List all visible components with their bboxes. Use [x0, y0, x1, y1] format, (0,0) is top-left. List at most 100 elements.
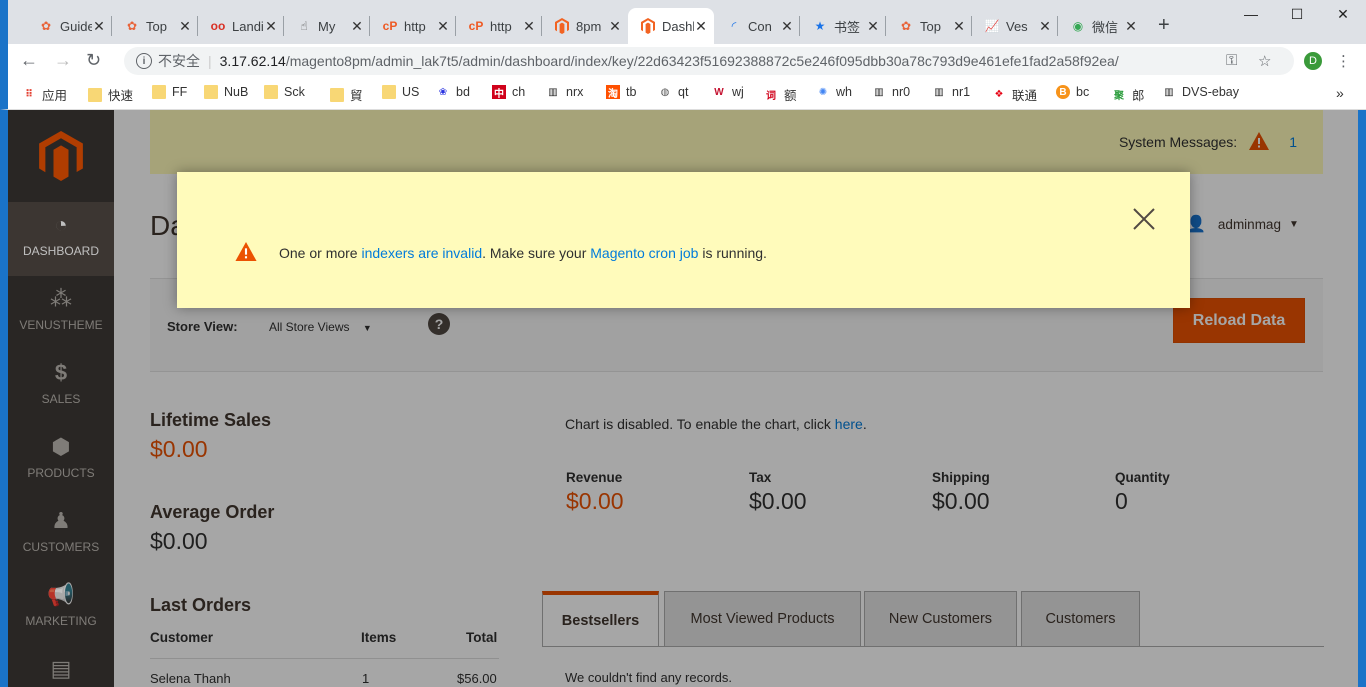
modal-message: One or more indexers are invalid. Make s…: [279, 245, 767, 261]
bookmark-item[interactable]: ▥ nrx: [546, 85, 583, 99]
indexer-warning-modal: One or more indexers are invalid. Make s…: [177, 172, 1190, 308]
bookmark-item[interactable]: US: [382, 85, 419, 99]
folder-icon: [152, 85, 166, 99]
browser-tab[interactable]: ☝ My ✕: [284, 8, 370, 44]
chart-icon: 📈: [984, 19, 1000, 33]
close-tab-icon[interactable]: ✕: [522, 18, 536, 35]
close-tab-icon[interactable]: ✕: [608, 18, 622, 35]
more-bookmarks-icon[interactable]: »: [1336, 85, 1344, 101]
bookmark-item[interactable]: Sck: [264, 85, 305, 99]
bookmarks-bar: ⠿ 应用 快速 FF NuB Sck 貿 US ❀ bd 中 ch ▥ nrx 淘 tb …: [0, 78, 1366, 110]
tab-strip: ✿ Guide ✕ ✿ Top ✕ oo Landing ✕ ☝ My ✕ cP…: [0, 0, 1366, 44]
magento-icon: [554, 18, 570, 34]
browser-tab[interactable]: 📈 Ves ✕: [972, 8, 1058, 44]
indexers-invalid-link[interactable]: indexers are invalid: [361, 245, 482, 261]
bookmark-item[interactable]: ✺ wh: [816, 85, 852, 99]
browser-tab[interactable]: cP http ✕: [370, 8, 456, 44]
bookmark-item[interactable]: ▥ nr0: [872, 85, 910, 99]
tab-label: 8pm: [576, 18, 602, 34]
bookmark-item[interactable]: 聚郎: [1112, 85, 1145, 104]
bookmark-item[interactable]: ⠿ 应用: [22, 85, 67, 104]
tab-label: http: [490, 18, 512, 34]
folder-icon: [204, 85, 218, 99]
bookmark-item[interactable]: ◍ qt: [658, 85, 689, 99]
bookmark-item[interactable]: ▥ DVS-ebay: [1162, 85, 1239, 99]
close-icon[interactable]: [1132, 207, 1156, 231]
tab-label: http: [404, 18, 426, 34]
browser-tab[interactable]: ◜ Con ✕: [714, 8, 800, 44]
bookmark-item[interactable]: ▥ nr1: [932, 85, 970, 99]
shop-icon: ▥: [548, 86, 558, 98]
globe-icon: ◍: [660, 86, 670, 98]
browser-tab[interactable]: ✿ Top ✕: [886, 8, 972, 44]
bookmark-item[interactable]: Bbc: [1056, 85, 1089, 99]
shop-icon: ▥: [1164, 86, 1174, 98]
browser-tab[interactable]: ✿ Guide ✕: [26, 8, 112, 44]
browser-tab[interactable]: oo Landing ✕: [198, 8, 284, 44]
browser-tab[interactable]: ◉ 微信 ✕: [1058, 8, 1144, 44]
shop-icon: ▥: [934, 86, 944, 98]
tab-label: 微信: [1092, 19, 1119, 35]
minimize-icon[interactable]: —: [1228, 6, 1274, 22]
pointer-icon: ☝: [300, 19, 308, 33]
folder-icon: [382, 85, 396, 99]
kebab-menu-icon[interactable]: ⋮: [1336, 52, 1351, 70]
bookmark-item[interactable]: ❖ 联通: [992, 85, 1038, 104]
bookmark-item[interactable]: Wwj: [712, 85, 744, 99]
cron-job-link[interactable]: Magento cron job: [590, 245, 698, 261]
close-tab-icon[interactable]: ✕: [780, 18, 794, 35]
close-tab-icon[interactable]: ✕: [1038, 18, 1052, 35]
insecure-label: 不安全: [158, 53, 200, 69]
close-tab-icon[interactable]: ✕: [178, 18, 192, 35]
bookmark-item[interactable]: FF: [152, 85, 187, 99]
ci-icon: 词: [766, 91, 776, 102]
bookmark-item[interactable]: 淘 tb: [606, 85, 636, 100]
bookmark-star-icon[interactable]: ☆: [1258, 52, 1271, 70]
w-icon: W: [714, 86, 724, 98]
bookmark-item[interactable]: 中 ch: [492, 85, 525, 100]
magento-icon: [640, 18, 656, 34]
browser-tab[interactable]: ✿ Top ✕: [112, 8, 198, 44]
zhong-icon: 中: [492, 85, 506, 100]
close-tab-icon[interactable]: ✕: [952, 18, 966, 35]
browser-tab-active[interactable]: Dashboard ✕: [628, 8, 714, 44]
close-tab-icon[interactable]: ✕: [92, 18, 106, 35]
key-icon[interactable]: ⚿: [1226, 52, 1237, 69]
flower-icon: ✿: [40, 19, 52, 33]
tab-label: Con: [748, 18, 772, 34]
cp-icon: cP: [468, 19, 484, 33]
close-window-icon[interactable]: ✕: [1320, 6, 1366, 23]
bitcoin-icon: B: [1056, 85, 1070, 99]
close-tab-icon[interactable]: ✕: [264, 18, 278, 35]
reload-icon[interactable]: ↻: [86, 50, 101, 71]
info-icon[interactable]: i: [136, 53, 152, 69]
browser-toolbar: ← → ↻ i 不安全 | 3.17.62.14 /magento8pm/adm…: [0, 44, 1366, 78]
close-tab-icon[interactable]: ✕: [866, 18, 880, 35]
profile-avatar[interactable]: D: [1304, 52, 1322, 70]
close-tab-icon[interactable]: ✕: [1124, 18, 1138, 35]
maximize-icon[interactable]: ☐: [1274, 6, 1320, 23]
bookmark-item[interactable]: NuB: [204, 85, 248, 99]
bookmark-item[interactable]: 快速: [88, 85, 133, 104]
address-bar[interactable]: i 不安全 | 3.17.62.14 /magento8pm/admin_lak…: [124, 47, 1294, 75]
tab-label: Dashboard: [662, 18, 694, 34]
shop-icon: ▥: [874, 86, 884, 98]
new-tab-button[interactable]: +: [1158, 14, 1170, 37]
back-icon[interactable]: ←: [20, 50, 38, 71]
flower-icon: ✿: [126, 19, 138, 33]
bookmark-item[interactable]: 貿: [330, 85, 363, 104]
browser-tab[interactable]: cP http ✕: [456, 8, 542, 44]
folder-icon: [88, 87, 102, 102]
tao-icon: 淘: [606, 85, 620, 100]
browser-tab[interactable]: 8pm ✕: [542, 8, 628, 44]
bookmark-item[interactable]: 词额: [764, 85, 797, 104]
bookmark-item[interactable]: ❀ bd: [436, 85, 470, 99]
browser-tab[interactable]: ★ 书签 ✕: [800, 8, 886, 44]
close-tab-icon[interactable]: ✕: [436, 18, 450, 35]
folder-icon: [264, 85, 278, 99]
tab-label: Landing: [232, 18, 264, 34]
tab-label: 书签: [834, 19, 861, 35]
close-tab-icon[interactable]: ✕: [350, 18, 364, 35]
close-tab-icon[interactable]: ✕: [694, 18, 708, 35]
forward-icon[interactable]: →: [54, 50, 72, 71]
